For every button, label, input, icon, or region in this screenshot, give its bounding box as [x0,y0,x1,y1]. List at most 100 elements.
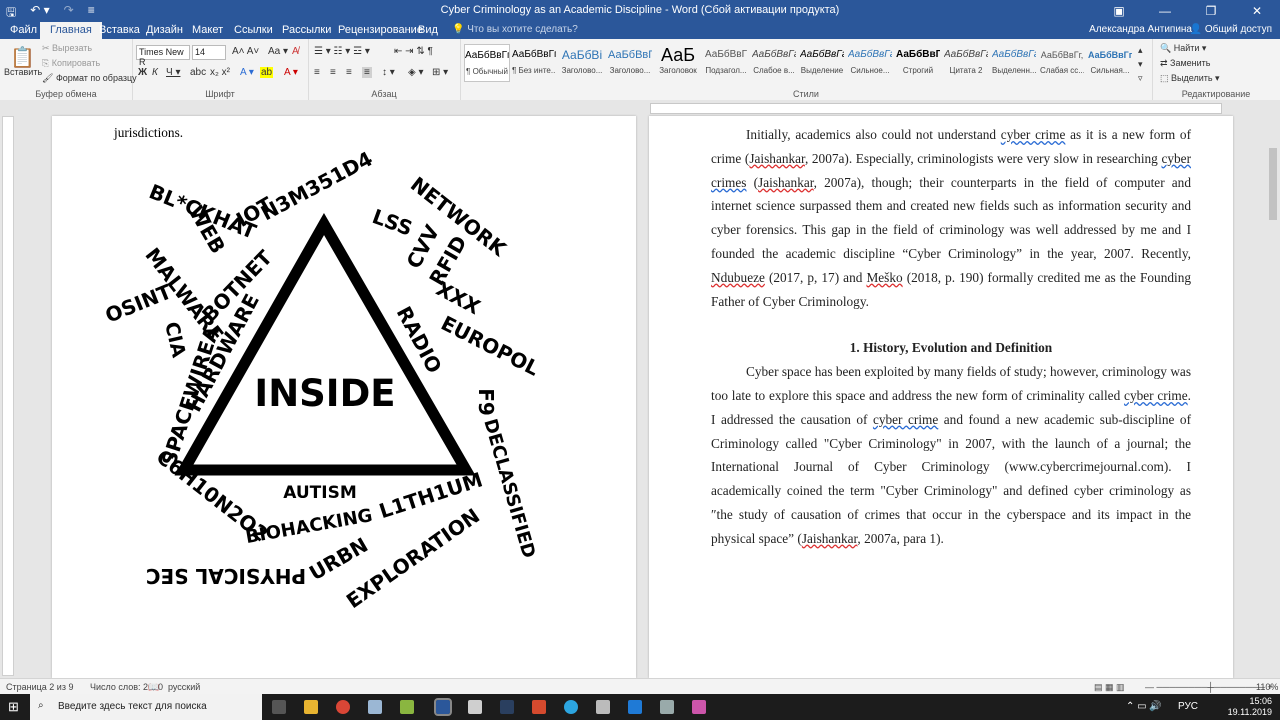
find-button[interactable]: 🔍 Найти ▾ [1160,43,1206,54]
font-size-select[interactable]: 14 [192,45,226,60]
edge-icon[interactable] [628,700,642,714]
copy-button[interactable]: ⎘ Копировать [42,58,100,69]
italic-button[interactable]: К [152,67,158,78]
figure-image[interactable]: INSIDE BL*CKHATIOTN3M351D4 NETWORKLSSCVVR… [52,116,636,678]
start-icon[interactable]: ⊞ [8,699,19,715]
zoom-level[interactable]: 110% [1256,682,1278,692]
telegram-icon[interactable] [564,700,578,714]
close-button[interactable]: ✕ [1234,0,1280,22]
tell-me-search[interactable]: 💡 Что вы хотите сделать? [452,24,578,35]
page1-text: jurisdictions. [114,125,184,140]
underline-button[interactable]: Ч ▾ [166,67,180,78]
tab-view[interactable]: Вид [418,24,438,36]
font-color-icon[interactable]: A ▾ [284,67,298,78]
paste-button[interactable]: Вставить [4,67,42,77]
user-name[interactable]: Александра Антипина [1089,24,1192,35]
strikethrough-icon[interactable]: abc [190,67,206,78]
indent-icon[interactable]: ⇤ ⇥ ⇅ ¶ [394,46,433,57]
style-subtitle[interactable]: АаБбВвГ Подзагол... [704,44,748,80]
tab-layout[interactable]: Макет [192,24,223,36]
view-mode-icons[interactable]: ▤ ▦ ▥ [1094,682,1125,693]
scrollbar-thumb[interactable] [1269,148,1277,220]
style-subtle-ref[interactable]: АаБбВвГг, Слабая сс... [1040,44,1084,80]
tab-home[interactable]: Главная [40,22,102,39]
app-icon-4[interactable] [532,700,546,714]
subscript-icon[interactable]: x₂ x² [210,67,230,78]
calculator-icon[interactable] [596,700,610,714]
font-name-select[interactable]: Times New R [136,45,190,67]
align-left-icon[interactable]: ≡ [314,67,320,78]
tab-mailings[interactable]: Рассылки [282,24,331,36]
clear-format-icon[interactable]: A̸ [292,46,299,57]
text-effects-icon[interactable]: A ▾ [240,67,254,78]
spell-flagged-term: Jaishankar [801,530,858,546]
taskbar-search[interactable]: ⌕ Введите здесь текст для поиска [30,694,262,720]
ribbon-display-icon[interactable]: ▣ [1096,0,1142,22]
search-placeholder: Введите здесь текст для поиска [58,701,207,712]
clock[interactable]: 15:06 19.11.2019 [1228,696,1272,718]
style-intense-quote[interactable]: АаБбВвГг Выделенн... [992,44,1036,80]
share-button[interactable]: 👤 Общий доступ [1190,24,1272,35]
styles-scroll-icon[interactable]: ▴ ▾ ▿ [1138,43,1143,85]
vertical-scrollbar[interactable] [1266,100,1280,678]
app-icon-3[interactable] [468,700,482,714]
zoom-slider[interactable]: — ────────┼──────── + [1145,682,1273,692]
figure-word: N3M351D4 [257,146,377,225]
style-emphasis[interactable]: АаБбВвГг Выделение [800,44,844,80]
style-intense-ref[interactable]: АаБбВвГг, Сильная... [1088,44,1132,80]
cut-button[interactable]: ✂ Вырезать [42,43,92,54]
style-subtle-emph[interactable]: АаБбВвГг Слабое в... [752,44,796,80]
app-icon[interactable] [368,700,382,714]
tab-file[interactable]: Файл [10,24,37,36]
style-intense-emph[interactable]: АаБбВвГг Сильное... [848,44,892,80]
change-case-icon[interactable]: Aa ▾ [268,46,288,57]
style-preview: АаБбВвГг, [1088,50,1132,60]
chrome-icon[interactable] [336,700,350,714]
app-icon-2[interactable] [400,700,414,714]
app-icon-6[interactable] [692,700,706,714]
style-normal[interactable]: АаБбВвГг, ¶ Обычный [464,44,510,82]
justify-icon[interactable]: ≡ [362,67,372,78]
text-run: and found a new academic sub-discipline … [711,411,1191,546]
bold-button[interactable]: Ж [138,67,147,78]
tab-references[interactable]: Ссылки [234,24,273,36]
app-icon-5[interactable] [660,700,674,714]
style-quote2[interactable]: АаБбВвГг Цитата 2 [944,44,988,80]
tab-insert[interactable]: Вставка [99,24,140,36]
page-count[interactable]: Страница 2 из 9 [6,682,73,692]
style-no-spacing[interactable]: АаБбВвГг, ¶ Без инте... [512,44,556,80]
line-spacing-icon[interactable]: ↕ ▾ [382,67,395,78]
keyboard-language[interactable]: РУС [1178,701,1198,712]
page-2[interactable]: Initially, academics also could not unde… [649,116,1233,678]
steam-icon[interactable] [500,700,514,714]
replace-button[interactable]: ⇄ Заменить [1160,58,1211,69]
align-right-icon[interactable]: ≡ [346,67,352,78]
shading-icon[interactable]: ◈ ▾ [408,67,424,78]
grow-font-icon[interactable]: A˄ A˅ [232,46,259,57]
word-icon[interactable] [434,698,452,716]
tab-review[interactable]: Рецензирование [338,24,423,36]
page-1[interactable]: jurisdictions. INSIDE BL*CKHAT IOT N3M351D… [52,116,636,678]
bullets-icon[interactable]: ☰ ▾ ☷ ▾ ☲ ▾ [314,46,370,57]
align-center-icon[interactable]: ≡ [330,67,336,78]
vertical-ruler[interactable] [2,116,14,676]
minimize-button[interactable]: — [1142,0,1188,22]
horizontal-ruler[interactable] [650,103,1222,114]
language[interactable]: русский [168,682,200,692]
style-strong[interactable]: АаБбВвГг, Строгий [896,44,940,80]
style-heading1[interactable]: АаБбВі Заголово... [560,44,604,80]
style-name: Выделенн... [992,66,1036,75]
restore-button[interactable]: ❐ [1188,0,1234,22]
style-heading2[interactable]: АаБбВвГ Заголово... [608,44,652,80]
tray-icons[interactable]: ⌃ ▭ 🔊 [1126,701,1162,712]
select-button[interactable]: ⬚ Выделить ▾ [1160,73,1220,84]
highlight-icon[interactable]: ab [260,67,274,78]
style-preview: АаБбВвГг [848,49,892,60]
explorer-icon[interactable] [304,700,318,714]
style-title[interactable]: АаБ Заголовок [656,44,700,80]
tab-design[interactable]: Дизайн [146,24,183,36]
task-view-icon[interactable] [272,700,286,714]
borders-icon[interactable]: ⊞ ▾ [432,67,448,78]
proofing-icon[interactable]: 📖 [148,682,159,693]
format-painter-button[interactable]: 🖌 Формат по образцу [42,73,137,84]
